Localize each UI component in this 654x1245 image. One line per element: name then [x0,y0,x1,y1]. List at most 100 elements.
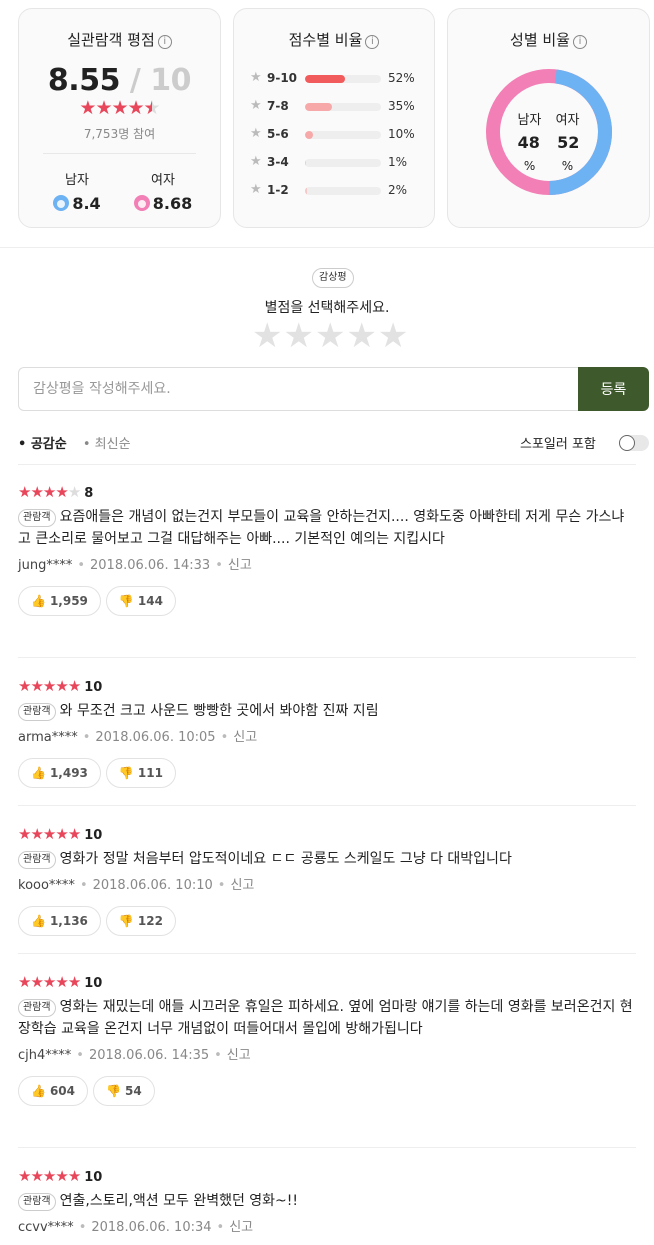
spoiler-toggle[interactable] [619,435,649,451]
submit-button[interactable]: 등록 [578,367,649,411]
rating-star-input[interactable]: ★★★★★ [252,316,409,356]
thumbs-down-icon: 👎 [106,1084,121,1098]
distribution-bar [305,103,381,111]
distribution-range: 7-8 [267,99,289,113]
review-input[interactable] [18,367,579,411]
review-votes: 👍 1,493 👎 111 [18,758,636,788]
review-meta: jung**** • 2018.06.06. 14:33 • 신고 [18,554,636,573]
separator-dot: • [214,1048,222,1063]
separator-dot: • [217,878,226,893]
like-button[interactable]: 👍 604 [18,1076,89,1106]
dislike-count: 54 [124,1084,142,1098]
review-divider [18,805,636,806]
review-divider [18,657,636,658]
review-body: 영화는 재밌는데 애들 시끄러운 휴일은 피하세요. 옆에 엄마랑 얘기를 하는… [18,999,633,1037]
like-button[interactable]: 👍 1,493 [18,758,101,788]
distribution-percent: 1% [388,155,408,169]
report-link[interactable]: 신고 [228,558,252,573]
thumbs-up-icon: 👍 [31,766,46,780]
review-divider [18,953,636,954]
donut-male-label: 남자 [517,113,542,128]
score-value: 8.55 [47,63,121,98]
review-rating: ★★★★★ 10 [18,824,636,843]
dislike-button[interactable]: 👎 122 [105,906,176,936]
review-user: kooo**** [18,878,75,893]
list-divider [18,464,636,465]
report-link[interactable]: 신고 [230,878,254,893]
thumbs-up-icon: 👍 [31,1084,46,1098]
donut-units: % % [448,159,649,173]
thumbs-down-icon: 👎 [118,766,134,780]
thumbs-up-icon: 👍 [31,594,46,608]
distribution-bar [305,131,381,139]
review-user: cjh4**** [18,1048,72,1063]
review-rating: ★★★★★ 8 [18,482,636,501]
thumbs-up-icon: 👍 [31,914,46,928]
distribution-bar-fill [305,103,332,111]
rating-summary: 실관람객 평점 i 8.55 / 10 ★★★★★ 7,753명 참여 남자 8.… [18,8,650,228]
star-icon: ★ [250,154,262,169]
dislike-count: 111 [137,766,163,780]
review-date: 2018.06.06. 10:34 [91,1220,212,1235]
donut-male-unit: % [523,159,536,173]
review-stars: ★★★★★ [18,825,81,843]
like-count: 1,959 [49,594,88,608]
distribution-bar-fill [305,75,345,83]
like-button[interactable]: 👍 1,136 [18,906,101,936]
review-text: 관람객 연출,스토리,액션 모두 완벽했던 영화~!! [18,1190,636,1212]
distribution-range: 9-10 [267,71,298,85]
review-meta: cjh4**** • 2018.06.06. 14:35 • 신고 [18,1044,636,1063]
review-score: 10 [84,1170,103,1185]
female-score: 여자 8.68 [123,169,203,213]
distribution-bar-fill [305,131,313,139]
review-item: ★★★★★ 10 관람객 와 무조건 크고 사운드 빵빵한 곳에서 봐야함 진짜 지림… [18,676,636,788]
review-stars: ★★★★★ [18,973,81,991]
thumbs-down-icon: 👎 [118,594,134,608]
dislike-button[interactable]: 👎 144 [105,586,176,616]
info-icon[interactable]: i [572,35,587,49]
section-divider [0,247,654,248]
review-body: 와 무조건 크고 사운드 빵빵한 곳에서 봐야함 진짜 지림 [59,703,379,719]
distribution-percent: 52% [388,71,415,85]
report-link[interactable]: 신고 [229,1220,253,1235]
spoiler-label: 스포일러 포함 [520,437,596,452]
gender-ratio-title: 성별 비율 i [448,29,649,50]
review-rating: ★★★★★ 10 [18,676,636,695]
donut-values: 48 52 [448,133,649,152]
viewer-badge: 관람객 [18,509,56,527]
review-stars: ★★★★★ [18,1167,81,1185]
donut-labels: 남자 여자 [448,109,649,128]
score-max: / 10 [129,63,192,98]
info-icon[interactable]: i [365,35,380,49]
sort-by-latest[interactable]: • 최신순 [83,437,131,452]
review-text: 관람객 영화는 재밌는데 애들 시끄러운 휴일은 피하세요. 옆에 엄마랑 얘기를… [18,996,636,1040]
review-votes: 👍 1,136 👎 122 [18,906,636,936]
review-rating: ★★★★★ 10 [18,1166,636,1185]
thumbs-down-icon: 👎 [118,914,134,928]
separator-dot: • [82,730,91,745]
review-stars: ★★★★★ [18,677,81,695]
distribution-title: 점수별 비율 i [234,29,434,50]
dislike-button[interactable]: 👎 54 [93,1076,155,1106]
report-link[interactable]: 신고 [233,730,257,745]
separator-dot: • [77,558,86,573]
like-count: 1,136 [49,914,88,928]
viewer-badge: 관람객 [18,1193,56,1211]
gender-donut-chart [486,69,612,195]
distribution-row: ★ 3-4 1% [250,153,430,173]
review-text: 관람객 와 무조건 크고 사운드 빵빵한 곳에서 봐야함 진짜 지림 [18,700,636,722]
distribution-range: 5-6 [267,127,289,141]
review-badge: 감상평 [312,268,354,288]
info-icon[interactable]: i [157,35,172,49]
review-body: 요즘애들은 개념이 없는건지 부모들이 교육을 안하는건지.... 영화도중 아… [18,509,625,547]
like-button[interactable]: 👍 1,959 [18,586,101,616]
report-link[interactable]: 신고 [227,1048,251,1063]
viewer-badge: 관람객 [18,999,56,1017]
sort-by-likes[interactable]: • 공감순 [18,437,67,452]
participant-count: 7,753명 참여 [83,127,156,141]
review-date: 2018.06.06. 14:33 [90,558,211,573]
dislike-button[interactable]: 👎 111 [105,758,176,788]
like-count: 604 [49,1084,76,1098]
review-score: 8 [84,486,94,501]
distribution-row: ★ 1-2 2% [250,181,430,201]
